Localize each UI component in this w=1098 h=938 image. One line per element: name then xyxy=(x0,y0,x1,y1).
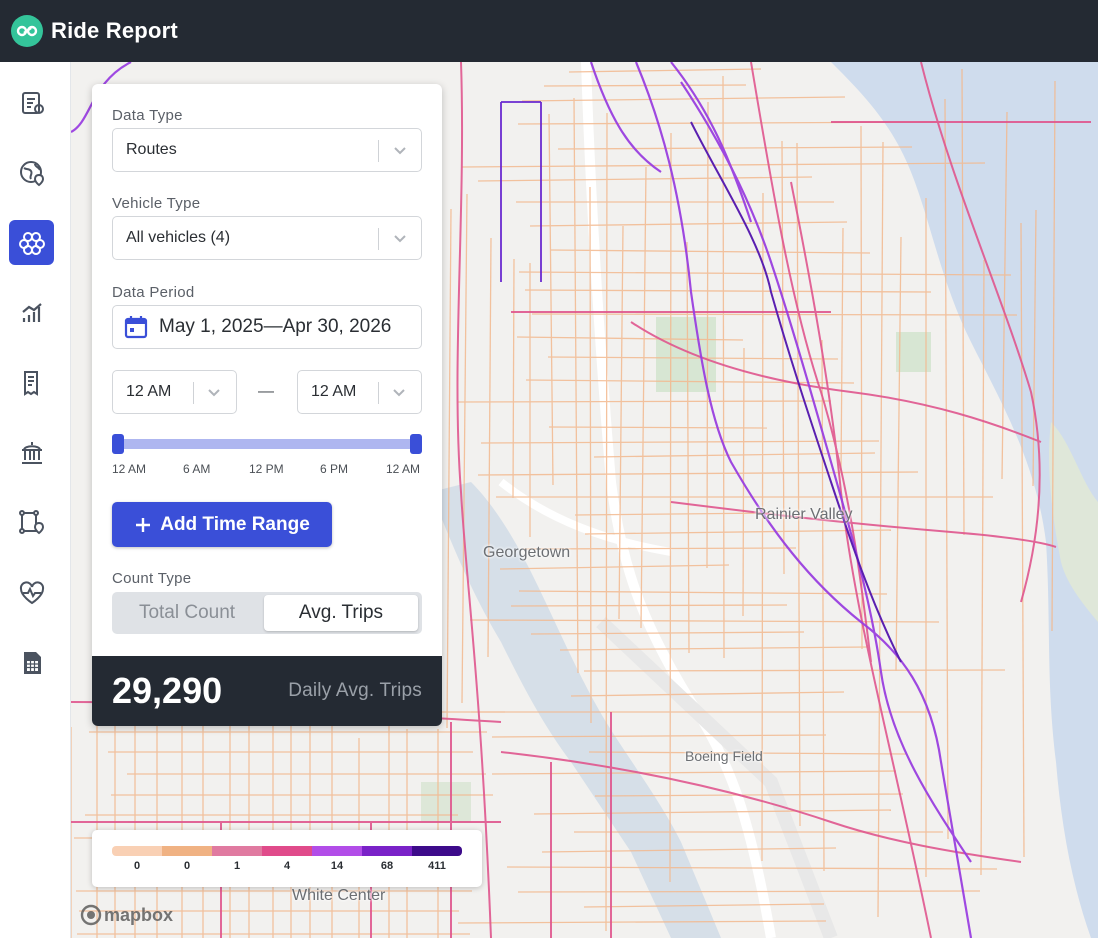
time-from-value: 12 AM xyxy=(126,383,172,400)
select-divider xyxy=(378,228,379,250)
sidebar-item-analytics[interactable] xyxy=(9,290,54,335)
summary-bar: 29,290 Daily Avg. Trips xyxy=(92,656,442,726)
slider-tick: 12 PM xyxy=(249,462,284,476)
legend-value: 68 xyxy=(380,860,394,872)
select-divider xyxy=(378,382,379,404)
chevron-down-icon xyxy=(394,235,406,243)
vehicle-type-select[interactable]: All vehicles (4) xyxy=(112,216,422,260)
count-type-avg-trips[interactable]: Avg. Trips xyxy=(264,595,418,631)
map-label-rainier-valley: Rainier Valley xyxy=(755,506,853,523)
legend-swatch xyxy=(362,846,412,856)
sidebar-item-data-export[interactable] xyxy=(9,640,54,685)
select-divider xyxy=(378,140,379,162)
count-type-toggle: Total Count Avg. Trips xyxy=(112,592,422,634)
chevron-down-icon xyxy=(393,389,405,397)
heartbeat-icon xyxy=(19,580,44,604)
top-bar: Ride Report xyxy=(0,0,1098,62)
legend-swatch xyxy=(412,846,462,856)
select-divider xyxy=(193,382,194,404)
plus-icon xyxy=(136,517,151,532)
legend-value: 14 xyxy=(330,860,344,872)
map-label-white-center: White Center xyxy=(292,887,386,904)
hexagon-cluster-icon xyxy=(18,231,45,255)
time-slider-track[interactable] xyxy=(118,439,416,449)
filter-panel: Data Type Routes Vehicle Type All vehicl… xyxy=(92,84,442,726)
legend-swatch xyxy=(112,846,162,856)
slider-tick: 6 PM xyxy=(320,462,349,476)
legend-swatch xyxy=(162,846,212,856)
legend-value: 411 xyxy=(428,860,446,872)
sidebar-item-geofences[interactable] xyxy=(9,500,54,545)
government-building-icon xyxy=(21,441,42,464)
sidebar-item-documents[interactable] xyxy=(9,360,54,405)
data-period-value: May 1, 2025—Apr 30, 2026 xyxy=(159,316,392,337)
report-icon xyxy=(21,91,44,114)
time-from-select[interactable]: 12 AM xyxy=(112,370,237,414)
legend-swatch xyxy=(312,846,362,856)
slider-tick: 12 AM xyxy=(112,462,147,476)
legend-value: 1 xyxy=(233,860,241,872)
slider-tick: 12 AM xyxy=(386,462,421,476)
sidebar-item-health[interactable] xyxy=(9,570,54,615)
legend-swatch xyxy=(262,846,312,856)
app-title: Ride Report xyxy=(51,18,178,43)
add-time-range-label: Add Time Range xyxy=(160,513,310,535)
vehicle-type-label: Vehicle Type xyxy=(112,195,201,212)
route-pin-icon xyxy=(18,509,44,534)
add-time-range-button[interactable]: Add Time Range xyxy=(112,502,332,547)
data-period-label: Data Period xyxy=(112,284,195,301)
summary-value: 29,290 xyxy=(112,670,223,711)
calendar-icon xyxy=(124,316,148,339)
sidebar xyxy=(0,62,71,938)
document-icon xyxy=(23,370,38,396)
legend-value: 0 xyxy=(183,860,191,872)
sidebar-item-policy[interactable] xyxy=(9,430,54,475)
data-type-select[interactable]: Routes xyxy=(112,128,422,172)
mapbox-label: mapbox xyxy=(104,904,174,925)
data-type-label: Data Type xyxy=(112,107,183,124)
sidebar-item-reports[interactable] xyxy=(9,80,54,125)
time-to-select[interactable]: 12 AM xyxy=(297,370,422,414)
map-legend: 0 0 1 4 14 68 411 xyxy=(92,830,482,887)
count-type-total-count[interactable]: Total Count xyxy=(112,592,262,634)
count-type-label: Count Type xyxy=(112,570,192,587)
map-label-boeing-field: Boeing Field xyxy=(685,748,763,764)
sidebar-item-routes[interactable] xyxy=(9,220,54,265)
legend-value: 4 xyxy=(283,860,291,872)
legend-value: 0 xyxy=(133,860,141,872)
chevron-down-icon xyxy=(208,389,220,397)
slider-tick: 6 AM xyxy=(183,462,211,476)
sidebar-item-map[interactable] xyxy=(9,150,54,195)
legend-color-scale xyxy=(112,846,462,856)
legend-swatch xyxy=(212,846,262,856)
globe-pin-icon xyxy=(19,160,44,186)
summary-label: Daily Avg. Trips xyxy=(288,680,422,701)
mapbox-attribution[interactable]: mapbox xyxy=(80,904,173,926)
mapbox-logo-icon xyxy=(80,904,102,926)
spreadsheet-icon xyxy=(23,651,41,674)
time-range-separator: — xyxy=(258,383,274,400)
bar-chart-icon xyxy=(21,302,42,322)
data-period-input[interactable]: May 1, 2025—Apr 30, 2026 xyxy=(112,305,422,349)
logo-icon[interactable] xyxy=(11,15,43,47)
time-slider-start-handle[interactable] xyxy=(112,434,124,454)
chevron-down-icon xyxy=(394,147,406,155)
vehicle-type-value: All vehicles (4) xyxy=(126,229,231,246)
time-to-value: 12 AM xyxy=(311,383,357,400)
map-label-georgetown: Georgetown xyxy=(483,544,571,561)
data-type-value: Routes xyxy=(126,141,177,158)
time-slider-end-handle[interactable] xyxy=(410,434,422,454)
